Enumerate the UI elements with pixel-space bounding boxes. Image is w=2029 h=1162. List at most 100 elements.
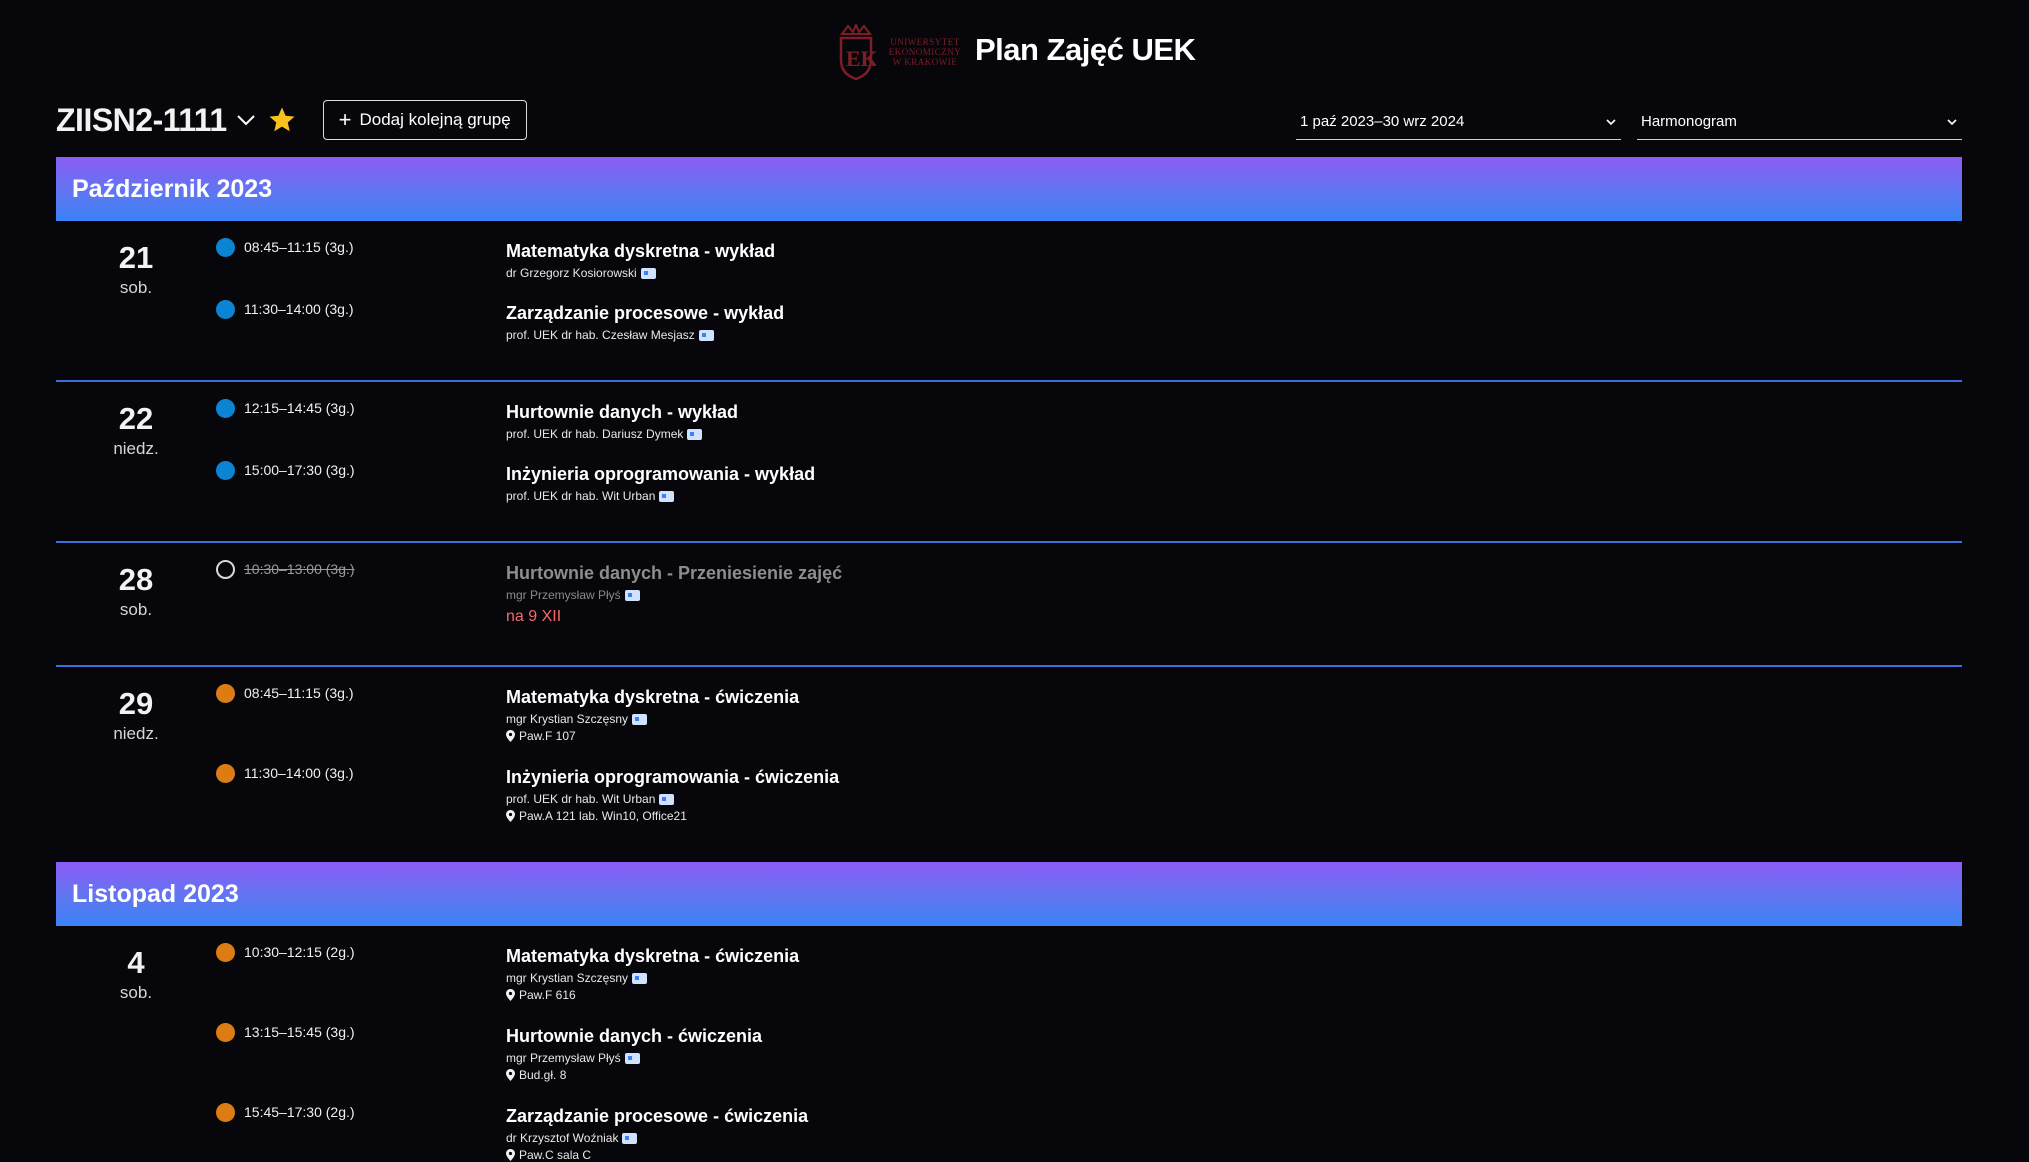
day-row: 4 sob. 10:30–12:15 (2g.) Matematyka dysk…: [56, 926, 1962, 1162]
month-header: Październik 2023: [56, 157, 1962, 221]
event-list: 12:15–14:45 (3g.) Hurtownie danych - wyk…: [216, 399, 1962, 541]
event-teacher[interactable]: prof. UEK dr hab. Dariusz Dymek: [506, 427, 1962, 441]
exercise-dot-icon: [216, 764, 235, 783]
event-title: Matematyka dyskretna - ćwiczenia: [506, 946, 800, 966]
id-card-icon[interactable]: [659, 793, 675, 805]
day-row: 28 sob. 10:30–13:00 (3g.) Hurtownie dany…: [56, 543, 1962, 667]
add-group-button[interactable]: + Dodaj kolejną grupę: [322, 100, 527, 140]
event[interactable]: 10:30–12:15 (2g.) Matematyka dyskretna -…: [216, 943, 1962, 1023]
university-brand: EK Uniwersytet Ekonomiczny w Krakowie: [836, 24, 964, 80]
id-card-icon[interactable]: [622, 1132, 638, 1144]
university-name: Uniwersytet Ekonomiczny w Krakowie: [888, 37, 962, 67]
event-teacher[interactable]: prof. UEK dr hab. Wit Urban: [506, 489, 1962, 503]
event[interactable]: 08:45–11:15 (3g.) Matematyka dyskretna -…: [216, 684, 1962, 764]
map-pin-icon: [506, 989, 515, 1001]
event-time: 13:15–15:45 (3g.): [244, 1024, 355, 1040]
day-number: 22: [118, 401, 154, 436]
map-pin-icon: [506, 1149, 515, 1161]
event-list: 10:30–12:15 (2g.) Matematyka dyskretna -…: [216, 943, 1962, 1162]
day-row: 29 niedz. 08:45–11:15 (3g.) Matematyka d…: [56, 667, 1962, 862]
lecture-dot-icon: [216, 461, 235, 480]
event-time: 10:30–13:00 (3g.): [244, 561, 355, 577]
lecture-dot-icon: [216, 300, 235, 319]
day-weekday: niedz.: [113, 439, 159, 458]
day-date: 29 niedz.: [56, 684, 216, 862]
event-title: Hurtownie danych - ćwiczenia: [506, 1026, 763, 1046]
id-card-icon[interactable]: [624, 1052, 640, 1064]
event-title: Hurtownie danych - wykład: [506, 402, 739, 422]
map-pin-icon: [506, 1069, 515, 1081]
event[interactable]: 15:00–17:30 (3g.) Inżynieria oprogramowa…: [216, 461, 1962, 503]
month-header: Listopad 2023: [56, 862, 1962, 926]
group-bar: ZIISN2-1111 + Dodaj kolejną grupę: [56, 98, 527, 142]
exercise-dot-icon: [216, 1103, 235, 1122]
event-teacher[interactable]: mgr Krystian Szczęsny: [506, 712, 1962, 726]
event[interactable]: 15:45–17:30 (2g.) Zarządzanie procesowe …: [216, 1103, 1962, 1162]
day-number: 21: [118, 240, 154, 275]
id-card-icon[interactable]: [687, 428, 703, 440]
star-icon[interactable]: [267, 105, 297, 135]
event-teacher[interactable]: mgr Krystian Szczęsny: [506, 971, 1962, 985]
event-time: 08:45–11:15 (3g.): [244, 239, 354, 255]
event-list: 08:45–11:15 (3g.) Matematyka dyskretna -…: [216, 684, 1962, 862]
exercise-dot-icon: [216, 684, 235, 703]
id-card-icon[interactable]: [624, 589, 640, 601]
date-range-select[interactable]: 1 paź 2023–30 wrz 2024: [1296, 104, 1621, 140]
event-teacher[interactable]: prof. UEK dr hab. Wit Urban: [506, 792, 1962, 806]
event-time: 11:30–14:00 (3g.): [244, 765, 354, 781]
page-title: Plan Zajęć UEK: [975, 32, 1196, 67]
id-card-icon[interactable]: [659, 490, 675, 502]
event[interactable]: 08:45–11:15 (3g.) Matematyka dyskretna -…: [216, 238, 1962, 300]
event-cancelled[interactable]: 10:30–13:00 (3g.) Hurtownie danych - Prz…: [216, 560, 1962, 626]
cancelled-dot-icon: [216, 560, 235, 579]
day-weekday: niedz.: [113, 724, 159, 743]
event-title: Matematyka dyskretna - wykład: [506, 241, 776, 261]
event-teacher[interactable]: mgr Przemysław Płyś: [506, 1051, 1962, 1065]
exercise-dot-icon: [216, 1023, 235, 1042]
lecture-dot-icon: [216, 238, 235, 257]
event-title: Inżynieria oprogramowania - ćwiczenia: [506, 767, 840, 787]
event-room: Paw.C sala C: [506, 1148, 1962, 1162]
id-card-icon[interactable]: [632, 972, 648, 984]
id-card-icon[interactable]: [632, 713, 648, 725]
id-card-icon[interactable]: [698, 329, 714, 341]
group-name[interactable]: ZIISN2-1111: [56, 102, 227, 139]
event-teacher[interactable]: dr Krzysztof Woźniak: [506, 1131, 1962, 1145]
event[interactable]: 11:30–14:00 (3g.) Inżynieria oprogramowa…: [216, 764, 1962, 823]
event-teacher[interactable]: prof. UEK dr hab. Czesław Mesjasz: [506, 328, 1962, 342]
chevron-down-icon[interactable]: [235, 109, 257, 131]
event-room: Paw.F 107: [506, 729, 1962, 743]
event-teacher[interactable]: dr Grzegorz Kosiorowski: [506, 266, 1962, 280]
event-time: 10:30–12:15 (2g.): [244, 944, 355, 960]
day-date: 4 sob.: [56, 943, 216, 1162]
event-time: 15:00–17:30 (3g.): [244, 462, 355, 478]
day-date: 22 niedz.: [56, 399, 216, 541]
event[interactable]: 12:15–14:45 (3g.) Hurtownie danych - wyk…: [216, 399, 1962, 461]
map-pin-icon: [506, 730, 515, 742]
id-card-icon[interactable]: [640, 267, 656, 279]
event-title: Zarządzanie procesowe - ćwiczenia: [506, 1106, 809, 1126]
event-room: Paw.A 121 lab. Win10, Office21: [506, 809, 1962, 823]
event-title: Matematyka dyskretna - ćwiczenia: [506, 687, 800, 707]
event-list: 08:45–11:15 (3g.) Matematyka dyskretna -…: [216, 238, 1962, 380]
day-weekday: sob.: [119, 600, 153, 619]
add-group-label: Dodaj kolejną grupę: [359, 110, 511, 129]
lecture-dot-icon: [216, 399, 235, 418]
map-pin-icon: [506, 810, 515, 822]
schedule: Październik 2023 21 sob. 08:45–11:15 (3g…: [56, 157, 1962, 1162]
university-logo: EK: [839, 24, 876, 80]
event-title: Zarządzanie procesowe - wykład: [506, 303, 785, 323]
view-value: Harmonogram: [1641, 113, 1737, 130]
chevron-down-icon: [1605, 116, 1617, 128]
day-row: 22 niedz. 12:15–14:45 (3g.) Hurtownie da…: [56, 382, 1962, 543]
day-weekday: sob.: [119, 983, 153, 1002]
view-select[interactable]: Harmonogram: [1637, 104, 1962, 140]
event[interactable]: 13:15–15:45 (3g.) Hurtownie danych - ćwi…: [216, 1023, 1962, 1103]
reschedule-note: na 9 XII: [506, 608, 562, 625]
day-number: 29: [118, 686, 154, 721]
event[interactable]: 11:30–14:00 (3g.) Zarządzanie procesowe …: [216, 300, 1962, 342]
event-time: 08:45–11:15 (3g.): [244, 685, 354, 701]
event-time: 15:45–17:30 (2g.): [244, 1104, 355, 1120]
event-title: Hurtownie danych - Przeniesienie zajęć: [506, 563, 843, 583]
event-teacher[interactable]: mgr Przemysław Płyś: [506, 588, 1962, 602]
